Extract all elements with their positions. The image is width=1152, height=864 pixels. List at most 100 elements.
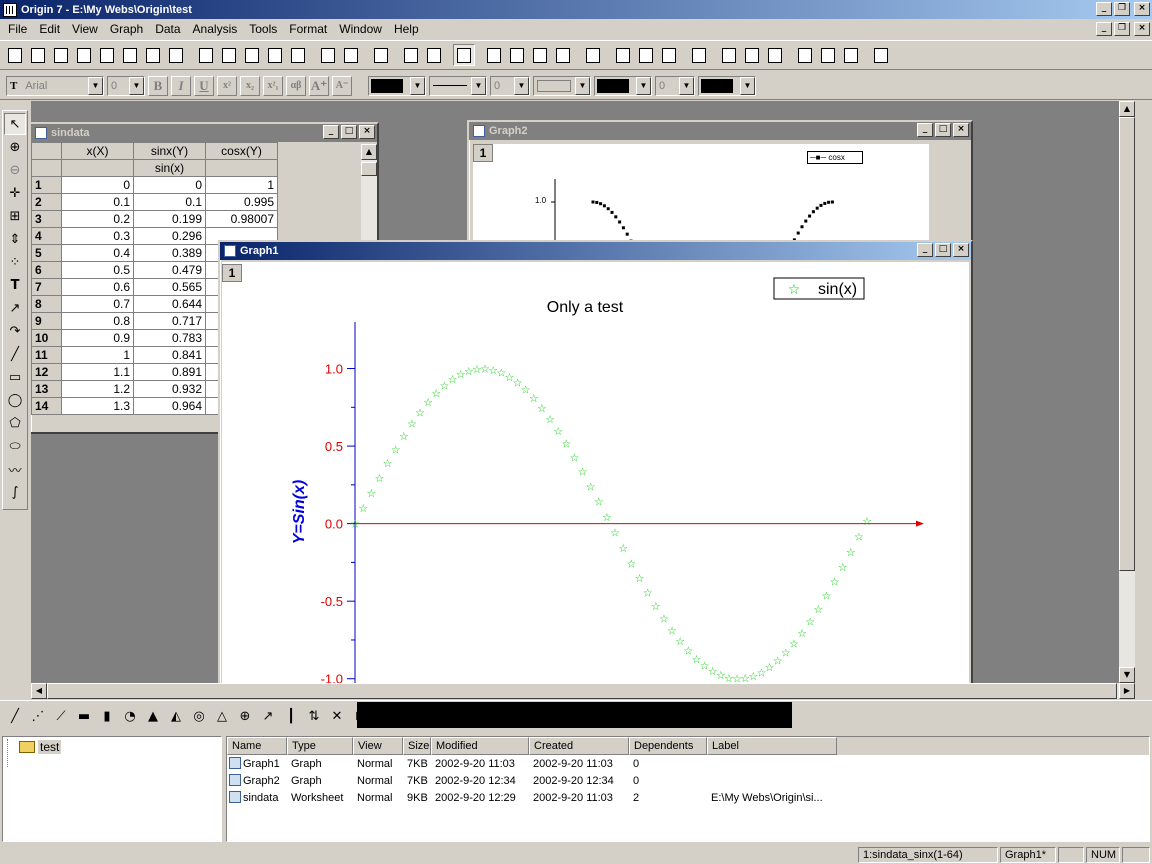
row-header[interactable]: 9 [31,312,62,330]
scatter-plot-icon[interactable]: ⋰ [27,706,49,728]
data-point[interactable] [606,207,610,211]
new-matrix-icon[interactable] [96,44,118,66]
refresh-icon[interactable] [400,44,422,66]
mdi-minimize-button[interactable]: _ [1096,22,1112,36]
line-style-combo[interactable]: ▼ [429,75,487,96]
table-cell[interactable]: 0.932 [133,380,206,398]
zoom-in-icon[interactable] [612,44,634,66]
table-cell[interactable]: 0 [133,176,206,194]
origin-app-icon[interactable] [3,2,17,17]
duplicate-icon[interactable] [423,44,445,66]
menu-window[interactable]: Window [333,22,388,36]
italic-button[interactable]: I [171,75,191,96]
maximize-button[interactable]: □ [341,125,357,139]
menu-edit[interactable]: Edit [33,22,66,36]
bold-button[interactable]: B [148,75,168,96]
smith-chart-icon[interactable]: ⊕ [234,706,256,728]
open-excel-icon[interactable] [241,44,263,66]
chevron-down-icon[interactable]: ▼ [514,76,529,95]
menu-analysis[interactable]: Analysis [187,22,244,36]
graph2-title-bar[interactable]: Graph2 _ □ × [469,122,971,140]
line-color-combo[interactable]: ▼ [698,75,756,96]
close-button[interactable]: × [359,125,375,139]
scroll-up-icon[interactable]: ▲ [1119,101,1135,117]
curved-arrow-tool-icon[interactable]: ↷ [4,320,26,342]
add-top-x-icon[interactable] [764,44,786,66]
data-point[interactable]: ☆ [578,466,588,479]
decrease-font-button[interactable]: A⁻ [332,75,352,96]
chevron-down-icon[interactable]: ▼ [129,76,144,95]
table-cell[interactable]: 0.6 [61,278,134,296]
close-button[interactable]: × [1134,2,1150,16]
menu-format[interactable]: Format [283,22,333,36]
data-point[interactable] [804,219,808,223]
symbol-size-combo[interactable]: 0 ▼ [655,75,695,96]
data-point[interactable]: ☆ [651,600,661,613]
menu-data[interactable]: Data [149,22,186,36]
column-header-view[interactable]: View [353,737,403,755]
table-cell[interactable]: 0.9 [61,329,134,347]
open-template-icon[interactable] [218,44,240,66]
table-cell[interactable]: 0.1 [133,193,206,211]
folder-item[interactable]: test [19,740,62,754]
table-cell[interactable]: 1 [61,346,134,364]
table-cell[interactable]: 0.5 [61,261,134,279]
fill-pattern-combo[interactable]: ▼ [533,75,591,96]
mdi-close-button[interactable]: × [1134,22,1150,36]
menu-graph[interactable]: Graph [104,22,149,36]
data-point[interactable]: ☆ [830,576,840,589]
data-point[interactable]: ☆ [391,443,401,456]
pie-plot-icon[interactable]: ◔ [119,706,141,728]
area-plot-icon[interactable]: ▲ [142,706,164,728]
circle-tool-icon[interactable]: ◯ [4,389,26,411]
ternary-plot-icon[interactable]: △ [211,706,233,728]
fill-area-plot-icon[interactable]: ◭ [165,706,187,728]
column-header-label[interactable]: Label [707,737,837,755]
data-point[interactable] [827,200,831,204]
table-cell[interactable]: 0.296 [133,227,206,245]
data-selector-tool-icon[interactable]: ⇕ [4,228,26,250]
scroll-thumb[interactable] [47,683,1117,699]
data-point[interactable] [796,231,800,235]
bar-plot-icon[interactable]: ▬ [73,706,95,728]
scroll-right-icon[interactable]: ▶ [1119,683,1135,699]
menu-view[interactable]: View [66,22,104,36]
chevron-down-icon[interactable]: ▼ [88,76,103,95]
row-header[interactable]: 12 [31,363,62,381]
line-plot-icon[interactable]: ╱ [4,706,26,728]
scroll-left-icon[interactable]: ◀ [31,683,47,699]
save-icon[interactable] [264,44,286,66]
data-point[interactable]: ☆ [383,457,393,470]
list-item[interactable]: Graph1 Graph Normal 7KB 2002-9-20 11:03 2002-… [227,755,1149,772]
table-cell[interactable]: 0.995 [205,193,278,211]
font-color-combo[interactable]: ▼ [368,75,426,96]
data-point[interactable]: ☆ [805,616,815,629]
table-cell[interactable]: 0.8 [61,312,134,330]
data-point[interactable]: ☆ [846,546,856,559]
column-label[interactable] [61,159,134,177]
import-multiple-icon[interactable] [340,44,362,66]
close-button[interactable]: × [953,123,969,137]
table-cell[interactable]: 0.7 [61,295,134,313]
data-point[interactable]: ☆ [635,572,645,585]
row-header[interactable]: 5 [31,244,62,262]
arrow-tool-icon[interactable]: ↗ [4,297,26,319]
data-point[interactable]: ☆ [626,557,636,570]
zoom-out-icon[interactable] [635,44,657,66]
new-layout-icon[interactable] [142,44,164,66]
line-tool-icon[interactable]: ╱ [4,343,26,365]
workspace-horizontal-scrollbar[interactable]: ◀ ▶ [31,683,1135,699]
underline-button[interactable]: U [194,75,214,96]
menu-file[interactable]: File [2,22,33,36]
double-y-icon[interactable]: ⇅ [303,706,325,728]
column-label[interactable] [205,159,278,177]
data-point[interactable]: ☆ [561,438,571,451]
data-point[interactable] [800,225,804,229]
data-point[interactable] [591,200,595,204]
data-point[interactable]: ☆ [813,603,823,616]
row-header[interactable]: 11 [31,346,62,364]
data-point[interactable] [621,226,625,230]
data-point[interactable]: ☆ [570,451,580,464]
row-header[interactable]: 4 [31,227,62,245]
scroll-thumb[interactable] [361,162,377,176]
